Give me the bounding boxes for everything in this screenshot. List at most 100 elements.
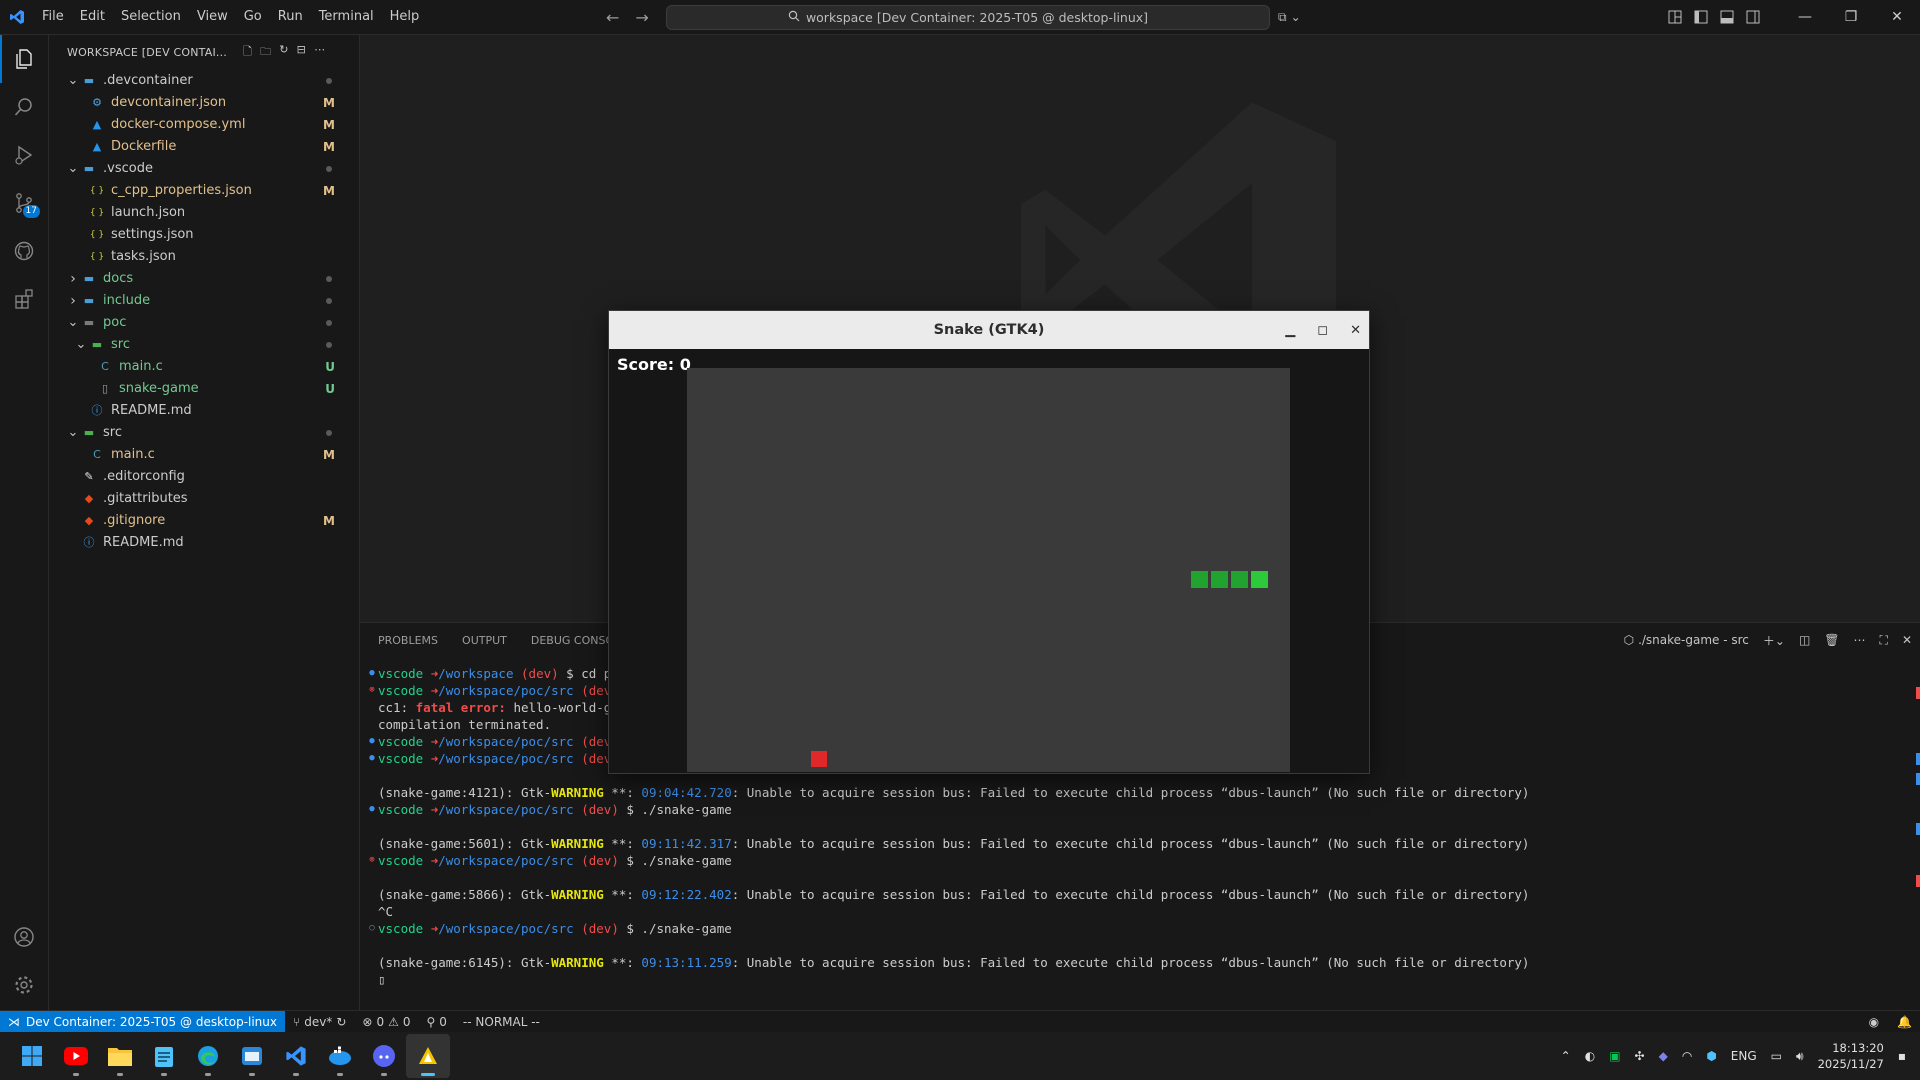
tree-file[interactable]: { } tasks.json [49, 246, 359, 268]
more-actions-icon[interactable]: ⋯ [314, 43, 325, 62]
run-debug-icon[interactable] [0, 131, 48, 179]
tab-problems[interactable]: PROBLEMS [378, 634, 438, 647]
snake-minimize-icon[interactable]: ▁ [1285, 323, 1295, 338]
network-icon[interactable]: ▭ [1771, 1049, 1782, 1063]
menu-terminal[interactable]: Terminal [311, 0, 382, 34]
tree-file[interactable]: ▯ snake-game U [49, 378, 359, 400]
snake-game-window[interactable]: Snake (GTK4) ▁ ◻ ✕ Score: 0 [608, 310, 1370, 774]
maximize-panel-icon[interactable]: ⛶ [1880, 633, 1888, 648]
command-decoration-icon[interactable]: ● [366, 665, 378, 682]
menu-go[interactable]: Go [236, 0, 270, 34]
notification-center-icon[interactable]: ▪ [1898, 1049, 1906, 1063]
tree-file[interactable]: ✎ .editorconfig [49, 466, 359, 488]
tree-file[interactable]: ◆ .gitattributes [49, 488, 359, 510]
tree-folder[interactable]: ⌄ ▬ .devcontainer [49, 70, 359, 92]
youtube-icon[interactable] [54, 1034, 98, 1078]
menu-file[interactable]: File [34, 0, 72, 34]
tree-file[interactable]: Cmain.c U [49, 356, 359, 378]
tree-folder[interactable]: ⌄ ▬ poc [49, 312, 359, 334]
search-icon[interactable] [0, 83, 48, 131]
branch-indicator[interactable]: ⑂ dev* ↻ [285, 1015, 354, 1029]
line-app-icon[interactable]: ▣ [1609, 1049, 1620, 1063]
windows-start-icon[interactable] [10, 1034, 54, 1078]
split-terminal-icon[interactable]: ◫ [1799, 633, 1810, 647]
docker-desktop-icon[interactable] [318, 1034, 362, 1078]
copilot-button[interactable]: ⧉ ⌄ [1278, 0, 1301, 34]
manage-gear-icon[interactable] [0, 961, 48, 1009]
snake-maximize-icon[interactable]: ◻ [1317, 323, 1328, 338]
toggle-sidebar-icon[interactable] [1688, 0, 1714, 34]
tree-file[interactable]: { } settings.json [49, 224, 359, 246]
source-control-icon[interactable]: 17 [0, 179, 48, 227]
problems-indicator[interactable]: ⊗ 0 ⚠ 0 [354, 1015, 418, 1029]
clock[interactable]: 18:13:20 2025/11/27 [1818, 1040, 1884, 1072]
tree-file[interactable]: Cmain.c M [49, 444, 359, 466]
tree-folder[interactable]: ⌄ ▬ src [49, 422, 359, 444]
terminal-scrollbar[interactable] [1916, 683, 1920, 983]
menu-edit[interactable]: Edit [72, 0, 113, 34]
new-folder-icon[interactable]: 🗀 [260, 43, 271, 62]
collapse-all-icon[interactable]: ⊟ [297, 43, 306, 62]
slack-icon[interactable]: ✣ [1635, 1049, 1645, 1063]
tree-file[interactable]: ▲ docker-compose.yml M [49, 114, 359, 136]
menu-run[interactable]: Run [270, 0, 311, 34]
menu-selection[interactable]: Selection [113, 0, 189, 34]
toggle-secondary-sidebar-icon[interactable] [1740, 0, 1766, 34]
terminal-selector[interactable]: ⬡ ./snake-game - src [1624, 633, 1749, 647]
explorer-icon[interactable] [0, 35, 48, 83]
edge-browser-icon[interactable] [186, 1034, 230, 1078]
tree-file[interactable]: ◆ .gitignore M [49, 510, 359, 532]
restore-icon[interactable]: ❐ [1828, 0, 1874, 34]
tree-file[interactable]: { } c_cpp_properties.json M [49, 180, 359, 202]
tree-file[interactable]: ⓘ README.md [49, 400, 359, 422]
volume-icon[interactable]: 🔊︎ [1796, 1049, 1804, 1064]
tree-folder[interactable]: › ▬ include [49, 290, 359, 312]
refresh-icon[interactable]: ↻ [279, 43, 288, 62]
tree-file[interactable]: { } launch.json [49, 202, 359, 224]
discord-icon[interactable] [362, 1034, 406, 1078]
copilot-status-icon[interactable]: ◉ [1869, 1015, 1879, 1029]
snake-title-bar[interactable]: Snake (GTK4) ▁ ◻ ✕ [609, 311, 1369, 349]
command-decoration-icon[interactable]: ○ [366, 920, 378, 937]
minimize-icon[interactable]: — [1782, 0, 1828, 34]
accounts-icon[interactable] [0, 913, 48, 961]
language-indicator[interactable]: ENG [1731, 1049, 1757, 1063]
more-actions-icon[interactable]: ⋯ [1854, 633, 1866, 647]
headset-icon[interactable]: ◠ [1682, 1049, 1692, 1063]
tree-folder[interactable]: › ▬ docs [49, 268, 359, 290]
discord-tray-icon[interactable]: ◐ [1585, 1049, 1595, 1063]
extensions-icon[interactable] [0, 275, 48, 323]
ports-indicator[interactable]: ⚲ 0 [418, 1015, 454, 1029]
back-arrow-icon[interactable]: ← [606, 8, 619, 27]
tree-file[interactable]: ⚙ devcontainer.json M [49, 92, 359, 114]
tab-output[interactable]: OUTPUT [462, 634, 507, 647]
tree-file[interactable]: ⓘ README.md [49, 532, 359, 554]
teams-icon[interactable]: ◆ [1659, 1049, 1668, 1063]
command-center[interactable]: workspace [Dev Container: 2025-T05 @ des… [666, 5, 1270, 30]
forward-arrow-icon[interactable]: → [635, 8, 648, 27]
tree-folder[interactable]: ⌄ ▬ .vscode [49, 158, 359, 180]
chevron-up-icon[interactable]: ⌃ [1561, 1049, 1571, 1063]
toggle-panel-icon[interactable] [1714, 0, 1740, 34]
notepad-icon[interactable] [142, 1034, 186, 1078]
close-icon[interactable]: ✕ [1874, 0, 1920, 34]
close-panel-icon[interactable]: ✕ [1902, 633, 1912, 647]
file-explorer-icon[interactable] [98, 1034, 142, 1078]
notifications-bell-icon[interactable]: 🔔 [1897, 1015, 1912, 1029]
menu-view[interactable]: View [189, 0, 236, 34]
security-shield-icon[interactable]: ⬢ [1706, 1049, 1716, 1063]
new-file-icon[interactable]: 🗋 [243, 43, 252, 62]
calendar-app-icon[interactable] [230, 1034, 274, 1078]
kill-terminal-icon[interactable]: 🗑 [1824, 633, 1839, 647]
vscode-taskbar-icon[interactable] [274, 1034, 318, 1078]
menu-help[interactable]: Help [382, 0, 428, 34]
new-terminal-icon[interactable]: ＋⌄ [1763, 632, 1785, 649]
customize-layout-icon[interactable] [1662, 0, 1688, 34]
command-decoration-icon[interactable]: ● [366, 750, 378, 767]
command-decoration-icon[interactable]: ● [366, 733, 378, 750]
command-decoration-icon[interactable]: ⊗ [366, 852, 378, 869]
tree-folder[interactable]: ⌄ ▬ src [49, 334, 359, 356]
remote-indicator[interactable]: ⋊ Dev Container: 2025-T05 @ desktop-linu… [0, 1011, 285, 1033]
linux-app-icon[interactable] [406, 1034, 450, 1078]
tree-file[interactable]: ▲ Dockerfile M [49, 136, 359, 158]
